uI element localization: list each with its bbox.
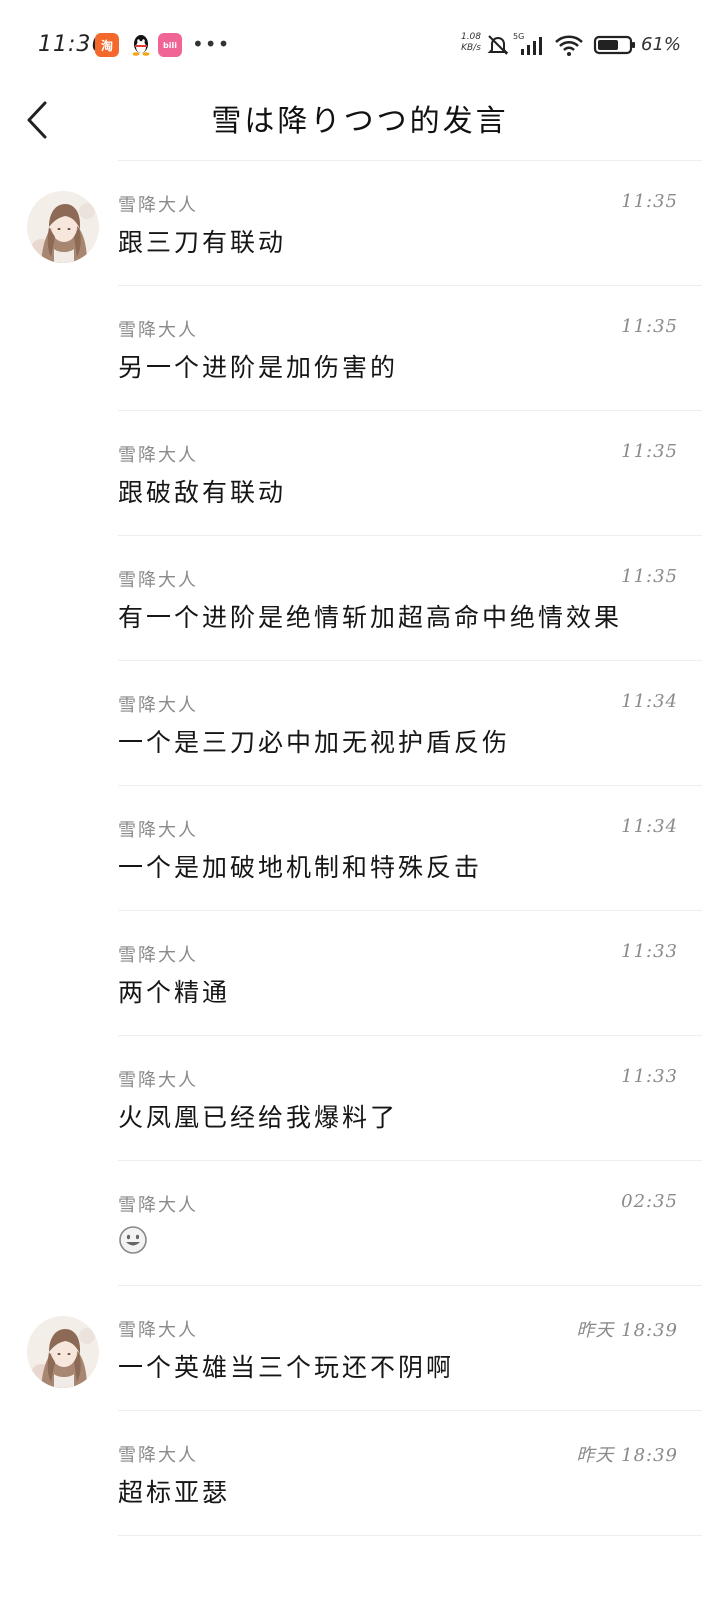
message-text: 跟破敌有联动 — [118, 478, 287, 507]
bilibili-icon: bili — [158, 33, 182, 57]
mute-bell-icon — [487, 35, 509, 55]
signal-icon — [521, 37, 542, 55]
message-text: 有一个进阶是绝情斩加超高命中绝情效果 — [118, 603, 623, 632]
battery-icon — [593, 35, 635, 55]
taobao-icon: 淘 — [95, 33, 119, 57]
message-time: 11:35 — [621, 316, 678, 337]
message-text: 超标亚瑟 — [118, 1478, 231, 1507]
page-title: 雪は降りつつ的发言 — [211, 104, 509, 139]
message-item[interactable]: 雪降大人 11:34 一个是三刀必中加无视护盾反伤 — [0, 661, 720, 786]
message-author: 雪降大人 — [118, 695, 198, 716]
message-item[interactable]: 雪降大人 11:34 一个是加破地机制和特殊反击 — [0, 786, 720, 911]
message-item[interactable]: 雪降大人 11:35 跟三刀有联动 — [0, 161, 720, 286]
message-time: 昨天 18:39 — [576, 1445, 678, 1466]
message-text: 火凤凰已经给我爆料了 — [118, 1103, 399, 1132]
smile-emoji-icon — [119, 1226, 147, 1254]
message-text: 一个是三刀必中加无视护盾反伤 — [118, 728, 511, 757]
message-item[interactable]: 雪降大人 11:35 另一个进阶是加伤害的 — [0, 286, 720, 411]
wifi-icon — [555, 35, 583, 56]
message-time: 昨天 18:39 — [576, 1320, 678, 1341]
message-author: 雪降大人 — [118, 320, 198, 341]
avatar[interactable] — [27, 191, 99, 263]
status-bar: 11:36 淘 bili ••• 1.08 KB/s 5G 61% — [0, 0, 720, 90]
message-author: 雪降大人 — [118, 1320, 198, 1341]
message-list: 雪降大人 11:35 跟三刀有联动 雪降大人 11:35 另一个进阶是加伤害的 … — [0, 161, 720, 1536]
message-author: 雪降大人 — [118, 820, 198, 841]
message-text: 一个是加破地机制和特殊反击 — [118, 853, 483, 882]
message-item[interactable]: 雪降大人 昨天 18:39 超标亚瑟 — [0, 1411, 720, 1536]
message-time: 11:35 — [621, 441, 678, 462]
message-text: 跟三刀有联动 — [118, 228, 287, 257]
message-time: 11:34 — [621, 691, 678, 712]
message-time: 11:35 — [621, 566, 678, 587]
battery-percent: 61% — [641, 34, 682, 55]
message-text: 另一个进阶是加伤害的 — [118, 353, 399, 382]
message-author: 雪降大人 — [118, 945, 198, 966]
message-item[interactable]: 雪降大人 11:35 有一个进阶是绝情斩加超高命中绝情效果 — [0, 536, 720, 661]
message-item[interactable]: 雪降大人 昨天 18:39 一个英雄当三个玩还不阴啊 — [0, 1286, 720, 1411]
avatar[interactable] — [27, 1316, 99, 1388]
avatar-image — [27, 191, 99, 263]
message-text: 一个英雄当三个玩还不阴啊 — [118, 1353, 455, 1382]
message-author: 雪降大人 — [118, 570, 198, 591]
message-time: 11:35 — [621, 191, 678, 212]
avatar-image — [27, 1316, 99, 1388]
message-item[interactable]: 雪降大人 11:33 火凤凰已经给我爆料了 — [0, 1036, 720, 1161]
message-time: 11:34 — [621, 816, 678, 837]
message-time: 11:33 — [621, 1066, 678, 1087]
message-item[interactable]: 雪降大人 11:35 跟破敌有联动 — [0, 411, 720, 536]
net-speed: 1.08 KB/s — [460, 32, 482, 53]
message-author: 雪降大人 — [118, 1445, 198, 1466]
message-author: 雪降大人 — [118, 195, 198, 216]
header: 雪は降りつつ的发言 — [0, 90, 720, 160]
message-item[interactable]: 雪降大人 11:33 两个精通 — [0, 911, 720, 1036]
message-author: 雪降大人 — [118, 445, 198, 466]
message-time: 02:35 — [621, 1191, 678, 1212]
message-text: 两个精通 — [118, 978, 231, 1007]
message-author: 雪降大人 — [118, 1070, 198, 1091]
message-item[interactable]: 雪降大人 02:35 — [0, 1161, 720, 1286]
more-notifications-icon: ••• — [192, 32, 231, 56]
qq-icon — [129, 33, 153, 57]
message-time: 11:33 — [621, 941, 678, 962]
message-author: 雪降大人 — [118, 1195, 198, 1216]
